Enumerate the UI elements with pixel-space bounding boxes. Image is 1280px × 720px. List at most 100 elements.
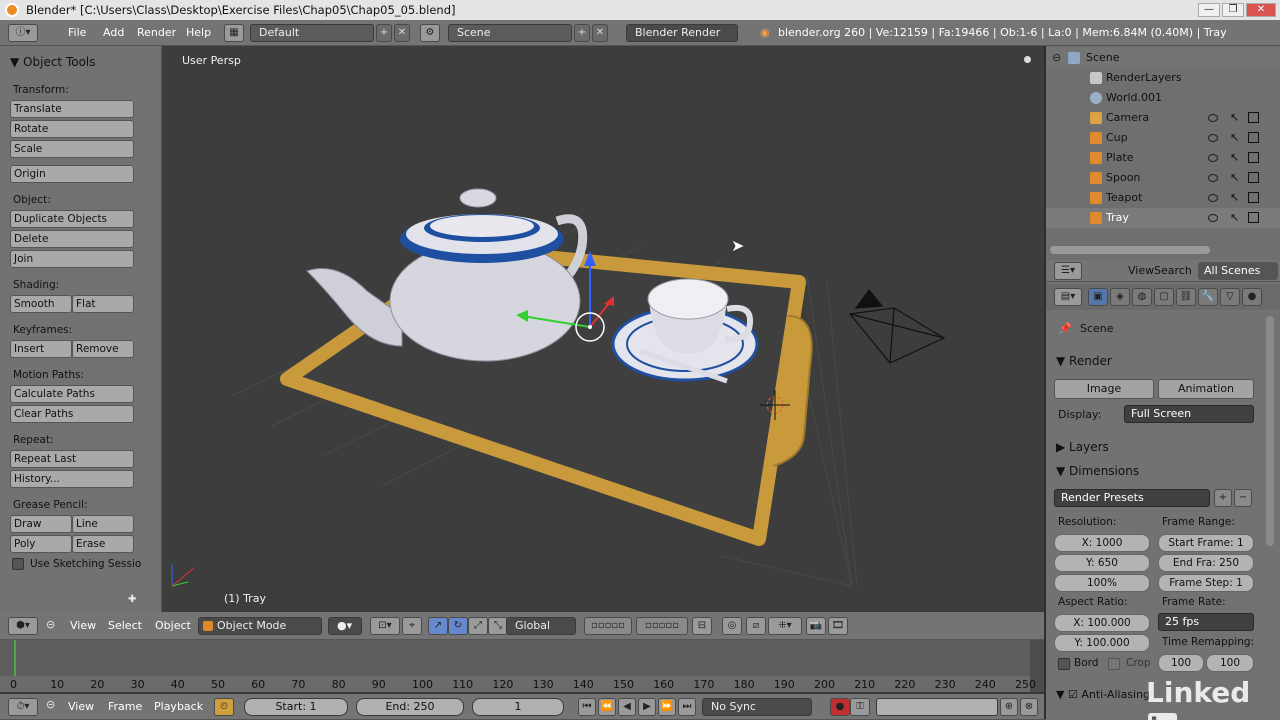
viewport-shading-dropdown[interactable]: ●▾ [328, 617, 362, 635]
visibility-eye-icon[interactable] [1208, 194, 1218, 202]
remap-new-field[interactable]: 100 [1206, 654, 1254, 672]
rotate-manipulator-icon[interactable]: ↻ [448, 617, 468, 635]
opengl-render-icon[interactable]: 📷 [806, 617, 826, 635]
poly-button[interactable]: Poly [10, 535, 72, 553]
remove-preset-button[interactable]: − [1234, 489, 1252, 507]
selectable-cursor-icon[interactable]: ↖ [1230, 148, 1239, 168]
timeline-collapse-icon[interactable]: ⊝ [46, 698, 55, 711]
minimize-button[interactable]: — [1198, 3, 1220, 17]
object-tools-title[interactable]: ▼ Object Tools [10, 55, 96, 69]
pivot-point-dropdown[interactable]: ⊡▾ [370, 617, 400, 635]
render-toggle-icon[interactable] [1248, 152, 1259, 163]
render-presets-dropdown[interactable]: Render Presets [1054, 489, 1210, 507]
menu-help[interactable]: Help [186, 20, 211, 46]
object-tab-icon[interactable]: ▢ [1154, 288, 1174, 306]
outliner-row-tray[interactable]: Tray ↖ [1046, 208, 1280, 228]
render-animation-button[interactable]: Animation [1158, 379, 1254, 399]
scene-icon[interactable]: ⚙ [420, 24, 440, 42]
transform-orientation-dropdown[interactable]: Global [506, 617, 576, 635]
layers-grid-a[interactable]: ▫▫▫▫▫ [584, 617, 632, 635]
aspect-y-field[interactable]: Y: 100.000 [1054, 634, 1150, 652]
outliner-row-spoon[interactable]: Spoon ↖ [1046, 168, 1280, 188]
remove-scene-button[interactable]: ✕ [592, 24, 608, 42]
outliner-editor-type-button[interactable]: ☰▾ [1054, 262, 1082, 280]
frame-rate-dropdown[interactable]: 25 fps [1158, 613, 1254, 631]
render-section-header[interactable]: ▼ Render [1056, 354, 1112, 368]
translate-manipulator-icon[interactable]: ↗ [428, 617, 448, 635]
pin-icon[interactable]: 📌 [1058, 322, 1072, 335]
record-icon[interactable]: ● [830, 698, 850, 716]
duplicate-objects-button[interactable]: Duplicate Objects [10, 210, 134, 228]
object-mode-dropdown[interactable]: Object Mode [198, 617, 322, 635]
expand-icon[interactable]: ⊖ [1052, 48, 1061, 68]
object-menu[interactable]: Object [155, 612, 191, 640]
jump-keyframe-forward-icon[interactable]: ⏩ [658, 698, 676, 716]
crop-checkbox[interactable] [1108, 658, 1120, 670]
manipulator-toggle-icon[interactable]: ⌖ [402, 617, 422, 635]
remap-old-field[interactable]: 100 [1158, 654, 1204, 672]
timeline-editor-type-button[interactable]: ⏱▾ [8, 698, 38, 716]
screen-layout-icon[interactable]: ▦ [224, 24, 244, 42]
outliner-row-teapot[interactable]: Teapot ↖ [1046, 188, 1280, 208]
calculate-paths-button[interactable]: Calculate Paths [10, 385, 134, 403]
outliner-scrollbar[interactable] [1050, 246, 1210, 254]
draw-button[interactable]: Draw [10, 515, 72, 533]
outliner-display-mode-dropdown[interactable]: All Scenes [1198, 262, 1278, 280]
lock-layers-icon[interactable]: ⊟ [692, 617, 712, 635]
screen-layout-field[interactable]: Default [250, 24, 374, 42]
start-frame-field[interactable]: Start Frame: 1 [1158, 534, 1254, 552]
aspect-x-field[interactable]: X: 100.000 [1054, 614, 1150, 632]
timeline-area[interactable]: 0 10 20 30 40 50 60 70 80 90 100 110 120 130 140 150 160… [0, 640, 1044, 692]
remove-screen-button[interactable]: ✕ [394, 24, 410, 42]
timeline-frame-menu[interactable]: Frame [108, 694, 142, 720]
selectable-cursor-icon[interactable]: ↖ [1230, 128, 1239, 148]
smooth-button[interactable]: Smooth [10, 295, 72, 313]
outliner-row-renderlayers[interactable]: RenderLayers [1046, 68, 1280, 88]
data-tab-icon[interactable]: ▽ [1220, 288, 1240, 306]
resolution-y-field[interactable]: Y: 650 [1054, 554, 1150, 572]
outliner-row-cup[interactable]: Cup ↖ [1046, 128, 1280, 148]
repeat-last-button[interactable]: Repeat Last [10, 450, 134, 468]
snap-element-dropdown[interactable]: ⁜▾ [768, 617, 802, 635]
render-toggle-icon[interactable] [1248, 212, 1259, 223]
timeline-view-menu[interactable]: View [68, 694, 94, 720]
timeline-playback-menu[interactable]: Playback [154, 694, 203, 720]
preview-range-icon[interactable]: ⏲ [214, 698, 234, 716]
delete-button[interactable]: Delete [10, 230, 134, 248]
3d-viewport[interactable]: User Persp (1) Tray [162, 46, 1044, 612]
jump-keyframe-back-icon[interactable]: ⏪ [598, 698, 616, 716]
visibility-eye-icon[interactable] [1208, 134, 1218, 142]
manipulator-extra-icon[interactable]: ⤡ [488, 617, 508, 635]
outliner-view-menu[interactable]: View [1128, 264, 1154, 277]
select-menu[interactable]: Select [108, 612, 142, 640]
border-checkbox[interactable] [1058, 658, 1070, 670]
selectable-cursor-icon[interactable]: ↖ [1230, 208, 1239, 228]
view-menu[interactable]: View [70, 612, 96, 640]
render-engine-dropdown[interactable]: Blender Render [626, 24, 738, 42]
snap-toggle-icon[interactable]: ⧄ [746, 617, 766, 635]
constraints-tab-icon[interactable]: ⛓ [1176, 288, 1196, 306]
remove-keyframe-button[interactable]: Remove [72, 340, 134, 358]
add-scene-button[interactable]: + [574, 24, 590, 42]
play-reverse-icon[interactable]: ◀ [618, 698, 636, 716]
render-toggle-icon[interactable] [1248, 192, 1259, 203]
sketching-checkbox[interactable] [12, 558, 24, 570]
add-preset-button[interactable]: + [1214, 489, 1232, 507]
rotate-button[interactable]: Rotate [10, 120, 134, 138]
current-frame-marker[interactable] [14, 640, 16, 678]
proportional-edit-icon[interactable]: ◎ [722, 617, 742, 635]
properties-scrollbar[interactable] [1266, 316, 1274, 546]
selectable-cursor-icon[interactable]: ↖ [1230, 168, 1239, 188]
keying-set-field[interactable] [876, 698, 998, 716]
outliner-row-world[interactable]: World.001 [1046, 88, 1280, 108]
end-frame-field[interactable]: End Fra: 250 [1158, 554, 1254, 572]
outliner-row-camera[interactable]: Camera ↖ [1046, 108, 1280, 128]
sync-mode-dropdown[interactable]: No Sync [702, 698, 812, 716]
layers-grid-b[interactable]: ▫▫▫▫▫ [636, 617, 688, 635]
visibility-eye-icon[interactable] [1208, 174, 1218, 182]
tool-shelf-resize-icon[interactable]: ✚ [128, 594, 136, 605]
render-toggle-icon[interactable] [1248, 172, 1259, 183]
current-frame-input[interactable]: 1 [472, 698, 564, 716]
delete-keyframe-icon[interactable]: ⊗ [1020, 698, 1038, 716]
selectable-cursor-icon[interactable]: ↖ [1230, 108, 1239, 128]
